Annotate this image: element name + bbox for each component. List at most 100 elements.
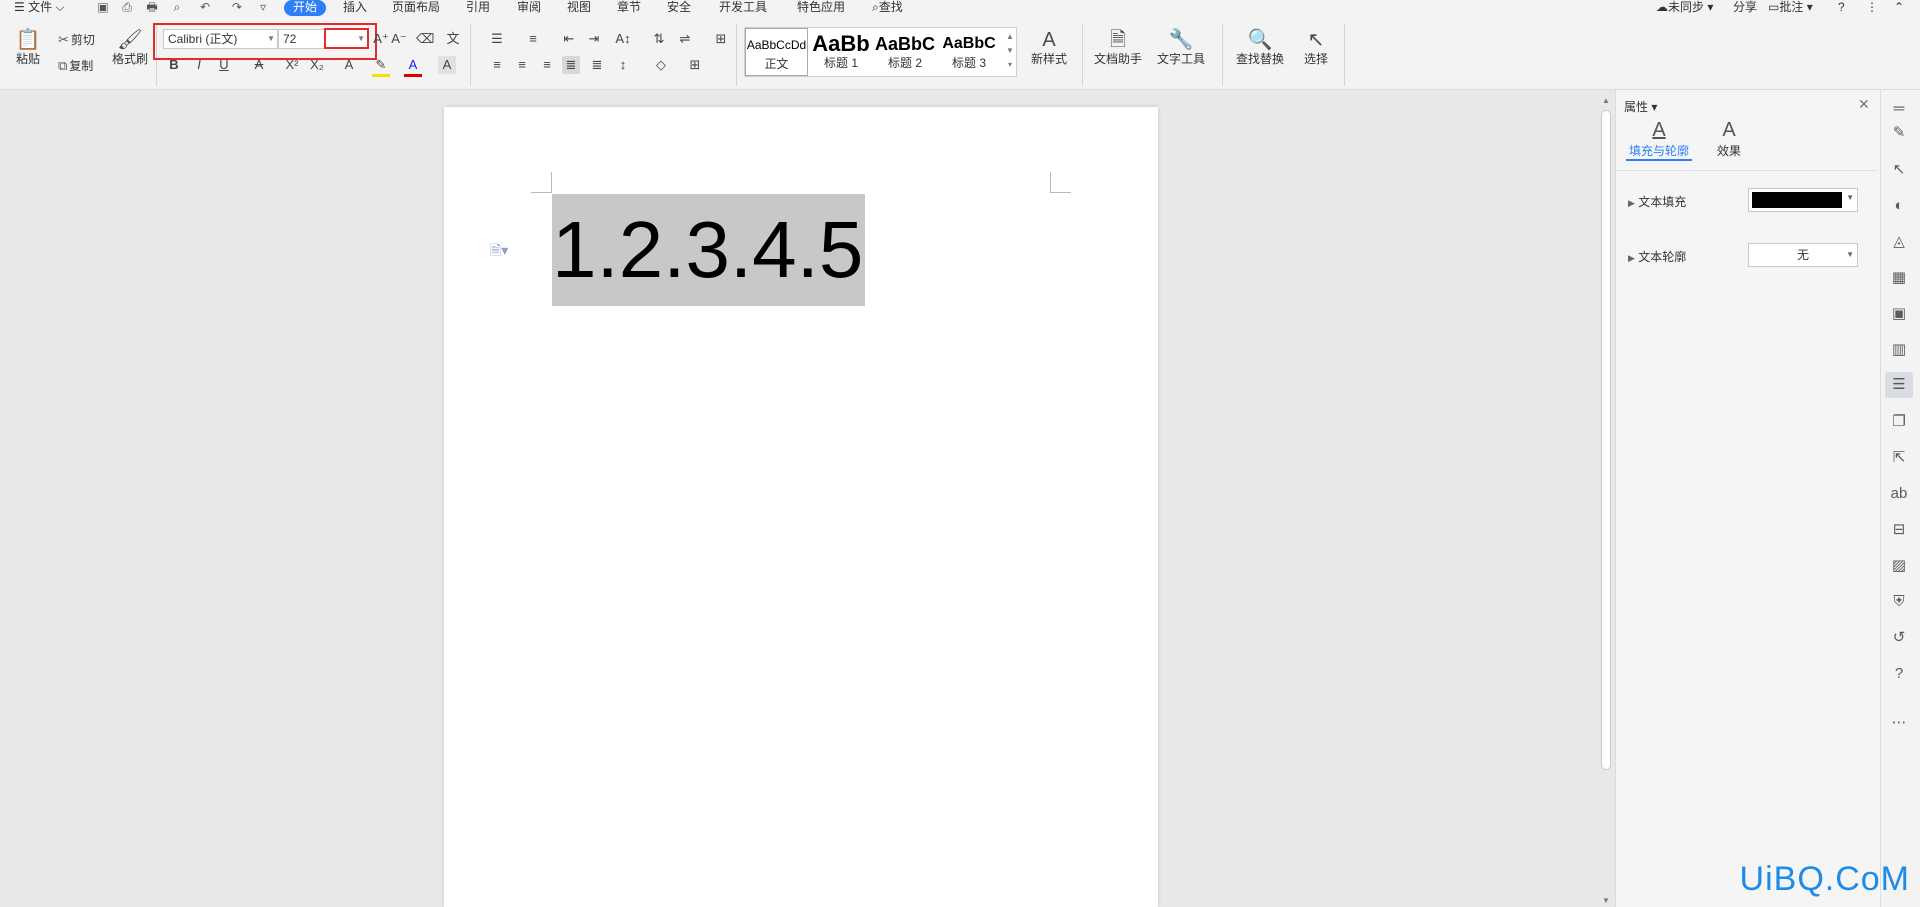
tab-fill-outline[interactable]: A 填充与轮廓	[1626, 118, 1692, 161]
style-heading-2[interactable]: AaBbC 标题 2	[873, 28, 937, 76]
archive-icon[interactable]: ⊟	[1885, 517, 1913, 543]
document-text[interactable]: 1.2.3.4.5	[552, 194, 865, 306]
chart-icon[interactable]: ▥	[1885, 337, 1913, 363]
distribute-icon[interactable]: ≣	[588, 56, 606, 74]
strikethrough-icon[interactable]: A	[250, 56, 268, 74]
scroll-up-icon[interactable]: ▲	[1602, 96, 1610, 105]
styles-scroll-icon[interactable]: ▲ ▼ ▾	[1003, 30, 1017, 74]
borders-icon[interactable]: ⊞	[686, 56, 704, 74]
tab-page-layout[interactable]: 页面布局	[392, 0, 440, 16]
grow-font-icon[interactable]: A⁺	[372, 30, 390, 48]
shield-icon[interactable]: ⛨	[1885, 589, 1913, 615]
properties-icon[interactable]: ☰	[1885, 372, 1913, 398]
doc-assistant-button[interactable]: 🗎 文档助手	[1090, 28, 1146, 66]
tab-effect[interactable]: A 效果	[1704, 118, 1754, 159]
tab-view[interactable]: 视图	[567, 0, 591, 16]
superscript-icon[interactable]: X²	[283, 56, 301, 74]
gallery-icon[interactable]: ❐	[1885, 409, 1913, 435]
help-icon[interactable]: ?	[1838, 0, 1845, 16]
subscript-icon[interactable]: X₂	[308, 56, 326, 74]
quick-access-dropdown-icon[interactable]: ▿	[256, 1, 270, 14]
line-spacing-icon[interactable]: ↕	[614, 56, 632, 74]
bold-icon[interactable]: B	[165, 56, 183, 74]
collapse-icon[interactable]: ═	[1885, 96, 1913, 122]
justify-icon[interactable]: ≣	[562, 56, 580, 74]
tab-references[interactable]: 引用	[466, 0, 490, 16]
text-outline-select[interactable]: 无 ▼	[1748, 243, 1858, 267]
select-button[interactable]: ↖ 选择	[1296, 28, 1336, 66]
shapes-icon[interactable]: ◐	[1885, 193, 1913, 219]
share-icon[interactable]: ⇱	[1885, 445, 1913, 471]
text-tools-button[interactable]: 🔧 文字工具	[1152, 28, 1210, 66]
print-icon[interactable]: 🖶	[145, 1, 159, 14]
tab-developer[interactable]: 开发工具	[719, 0, 767, 16]
align-right-icon[interactable]: ≡	[538, 56, 556, 74]
shrink-font-icon[interactable]: A⁻	[390, 30, 408, 48]
help-circle-icon[interactable]: ?	[1885, 661, 1913, 687]
char-shading-icon[interactable]: A	[438, 56, 456, 74]
share-button[interactable]: 分享	[1733, 0, 1757, 16]
history-icon[interactable]: ↺	[1885, 625, 1913, 651]
translate-icon[interactable]: ab	[1885, 481, 1913, 507]
new-style-button[interactable]: A 新样式	[1024, 28, 1074, 66]
collapse-ribbon-icon[interactable]: ⌃	[1894, 0, 1904, 16]
more-icon[interactable]: ⋮	[1866, 0, 1878, 16]
properties-title[interactable]: 属性 ▾	[1624, 98, 1657, 115]
tab-security[interactable]: 安全	[667, 0, 691, 16]
preview-icon[interactable]: ⌕	[170, 1, 184, 14]
format-painter-button[interactable]: 🖌 格式刷	[110, 28, 150, 66]
highlight-color-icon[interactable]: ✎	[372, 56, 390, 77]
table-icon[interactable]: ▦	[1885, 265, 1913, 291]
show-hide-icon[interactable]: ⇌	[676, 30, 694, 48]
style-normal[interactable]: AaBbCcDd 正文	[745, 28, 808, 76]
print-preview-icon[interactable]: ⎙	[120, 1, 134, 14]
paragraph-layout-icon[interactable]: 🗎▾	[490, 240, 508, 264]
increase-indent-icon[interactable]: ⇥	[585, 30, 603, 48]
text-effect-icon[interactable]: A	[340, 56, 358, 74]
sort-icon[interactable]: ⇅	[650, 30, 668, 48]
fill-icon[interactable]: ◬	[1885, 229, 1913, 255]
decrease-indent-icon[interactable]: ⇤	[560, 30, 578, 48]
save-icon[interactable]: ▣	[96, 1, 110, 14]
scroll-down-icon[interactable]: ▼	[1602, 896, 1610, 905]
pointer-icon[interactable]: ↖	[1885, 157, 1913, 183]
eraser-icon[interactable]: ⌫	[416, 30, 434, 48]
copy-button[interactable]: ⧉ 复制	[58, 58, 93, 74]
tab-home[interactable]: 开始	[284, 0, 327, 16]
font-color-icon[interactable]: A	[404, 56, 422, 77]
numbered-list-icon[interactable]: ≡	[524, 30, 542, 48]
layout-icon[interactable]: ▣	[1885, 301, 1913, 327]
more-dots-icon[interactable]: ⋯	[1885, 710, 1913, 736]
undo-icon[interactable]: ↶	[198, 1, 212, 14]
search-box[interactable]: ⌕查找	[872, 0, 903, 16]
text-outline-row[interactable]: ▶ 文本轮廓	[1628, 248, 1686, 265]
cut-button[interactable]: ✂ 剪切	[58, 32, 95, 48]
scrollbar-thumb[interactable]	[1601, 110, 1611, 770]
text-fill-color-picker[interactable]: ▼	[1748, 188, 1858, 212]
paste-button[interactable]: 📋 粘贴	[10, 28, 46, 66]
tab-insert[interactable]: 插入	[343, 0, 367, 16]
italic-icon[interactable]: I	[190, 56, 208, 74]
align-left-icon[interactable]: ≡	[488, 56, 506, 74]
bullet-list-icon[interactable]: ☰	[488, 30, 506, 48]
style-heading-1[interactable]: AaBb 标题 1	[809, 28, 873, 76]
find-replace-button[interactable]: 🔍 查找替换	[1230, 28, 1290, 66]
text-direction-icon[interactable]: A↕	[614, 30, 632, 48]
sync-status[interactable]: ☁未同步 ▾	[1656, 0, 1713, 16]
text-fill-row[interactable]: ▶ 文本填充	[1628, 193, 1686, 210]
tab-chapter[interactable]: 章节	[617, 0, 641, 16]
phonetic-icon[interactable]: 文	[444, 30, 462, 48]
style-heading-3[interactable]: AaBbC 标题 3	[937, 28, 1001, 76]
table-border-icon[interactable]: ⊞	[712, 30, 730, 48]
redo-icon[interactable]: ↷	[230, 1, 244, 14]
align-center-icon[interactable]: ≡	[513, 56, 531, 74]
comment-button[interactable]: ▭批注 ▾	[1768, 0, 1813, 16]
tab-review[interactable]: 审阅	[517, 0, 541, 16]
tab-special[interactable]: 特色应用	[797, 0, 845, 16]
underline-icon[interactable]: U	[215, 56, 233, 74]
file-menu[interactable]: ☰ 文件 ⌵	[14, 0, 65, 16]
image-icon[interactable]: ▨	[1885, 553, 1913, 579]
shading-icon[interactable]: ◇	[652, 56, 670, 74]
pen-icon[interactable]: ✎	[1885, 120, 1913, 146]
close-icon[interactable]: ✕	[1858, 96, 1870, 113]
